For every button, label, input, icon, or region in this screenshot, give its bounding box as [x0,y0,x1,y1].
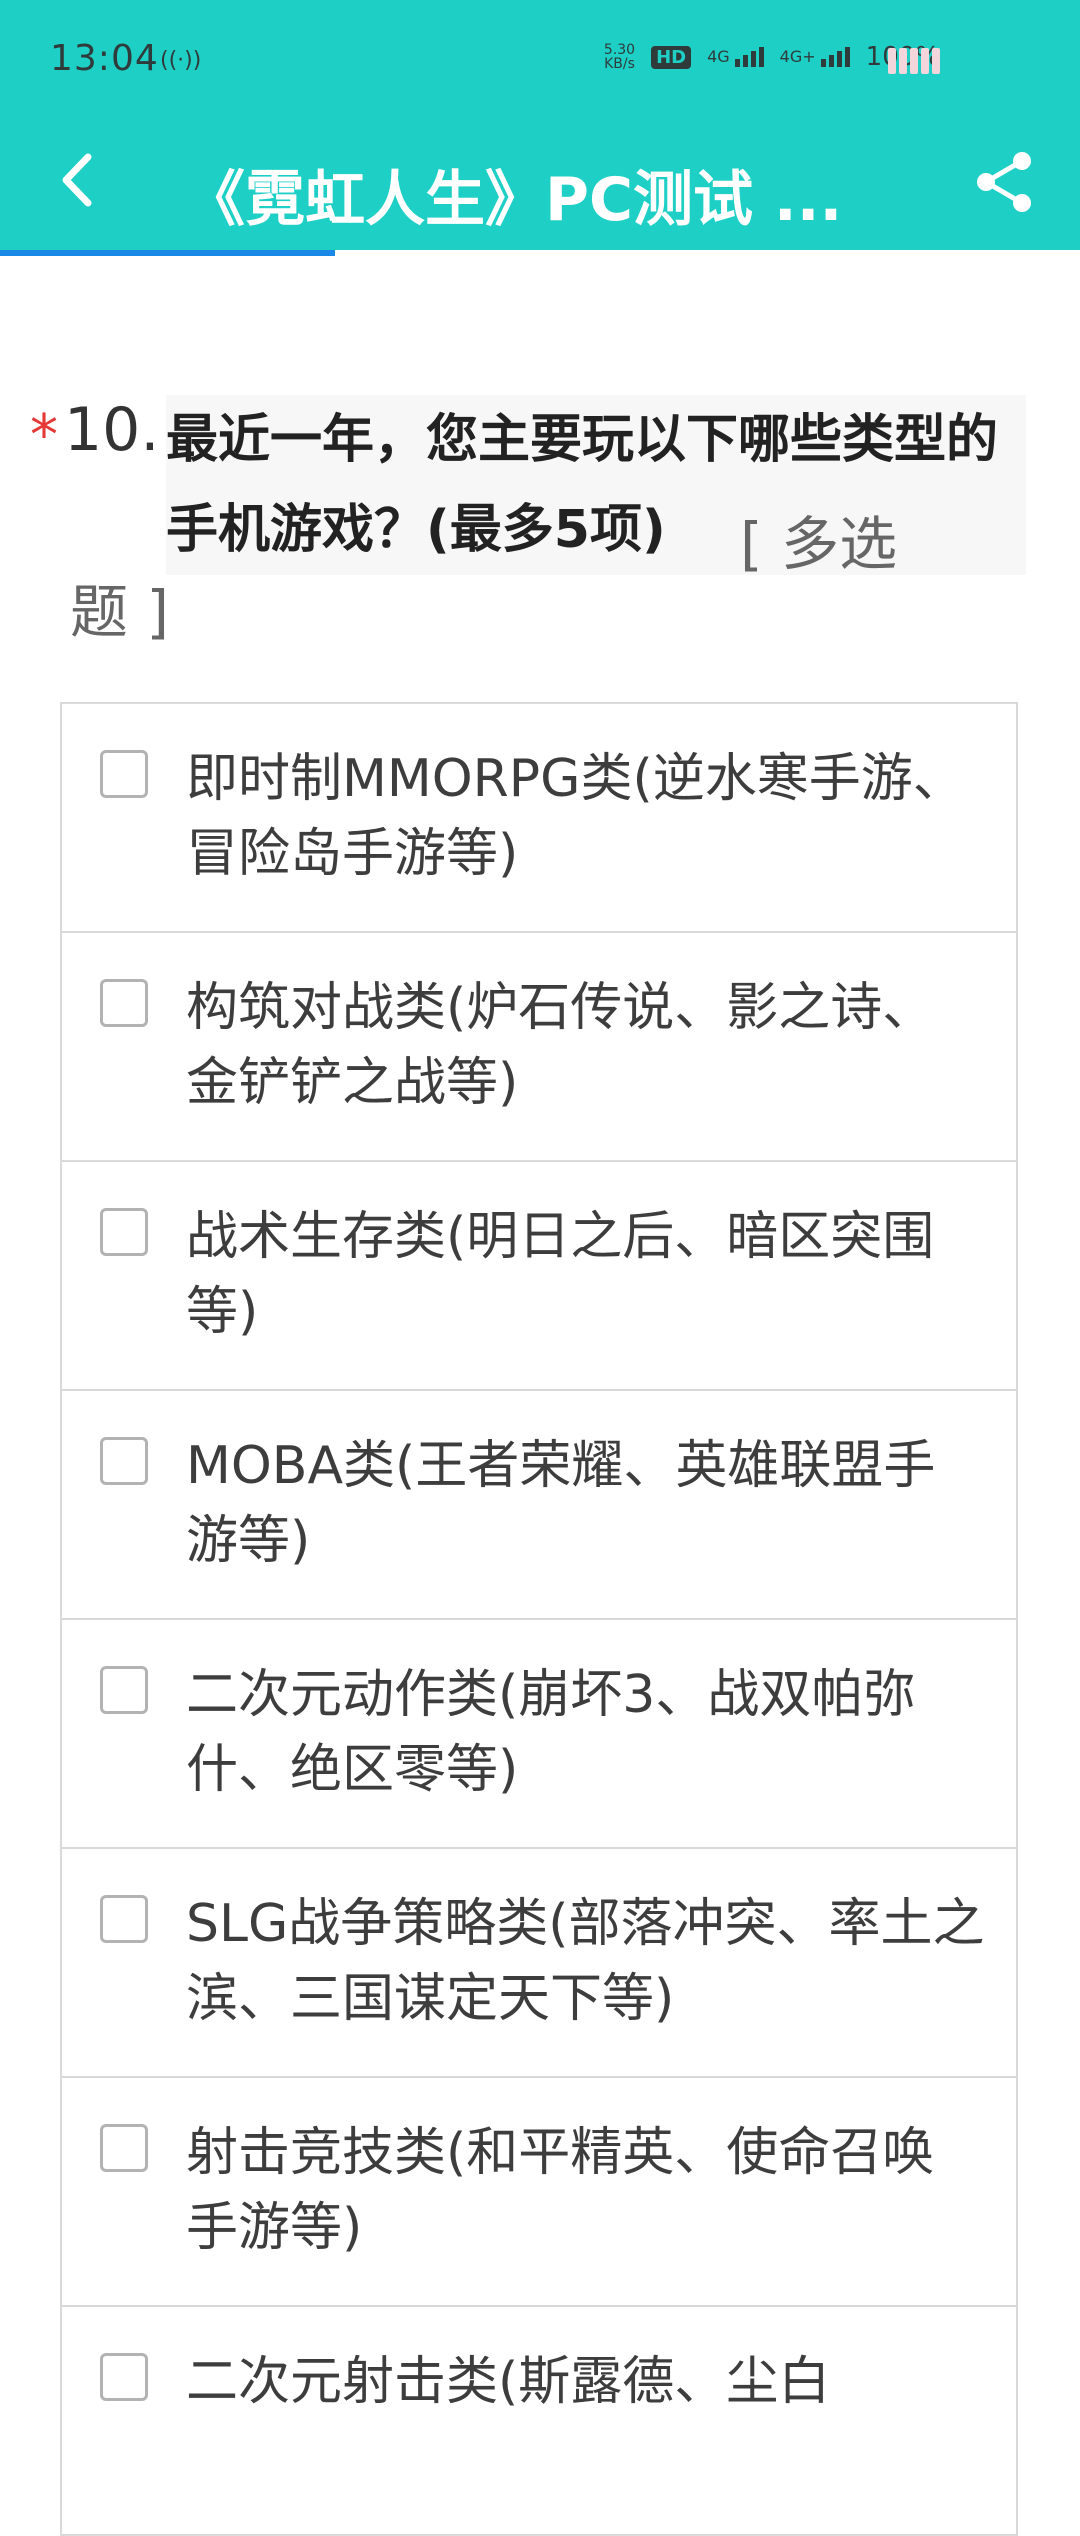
checkbox[interactable] [100,1437,148,1485]
question-type-start: [ 多选 [740,510,898,578]
signal-sim2-icon: 4G+ [780,47,850,67]
checkbox[interactable] [100,2124,148,2172]
required-mark: * [30,403,58,468]
option-label: 构筑对战类(炉石传说、影之诗、金铲铲之战等) [186,978,935,1113]
option-item[interactable]: 战术生存类(明日之后、暗区突围等) [60,1162,1018,1391]
option-label: MOBA类(王者荣耀、英雄联盟手游等) [186,1436,936,1571]
option-item[interactable]: 二次元射击类(斯露德、尘白 [60,2307,1018,2536]
checkbox[interactable] [100,750,148,798]
question-number: 10. [64,395,160,465]
checkbox[interactable] [100,979,148,1027]
option-label: 战术生存类(明日之后、暗区突围等) [186,1207,935,1342]
checkbox[interactable] [100,1208,148,1256]
option-item[interactable]: 二次元动作类(崩坏3、战双帕弥什、绝区零等) [60,1620,1018,1849]
option-label: 射击竞技类(和平精英、使命召唤手游等) [186,2123,935,2258]
app-bar: 《霓虹人生》PC测试 ... [0,125,1080,250]
options-list: 即时制MMORPG类(逆水寒手游、冒险岛手游等) 构筑对战类(炉石传说、影之诗、… [60,702,1018,2536]
net-speed: 5.30 KB/s [603,42,636,72]
hotspot-icon: ((·)) [160,48,202,73]
status-time: 13:04 [50,38,159,79]
checkbox[interactable] [100,2353,148,2401]
option-label: 即时制MMORPG类(逆水寒手游、冒险岛手游等) [186,749,965,884]
option-label: 二次元射击类(斯露德、尘白 [186,2352,831,2412]
option-label: 二次元动作类(崩坏3、战双帕弥什、绝区零等) [186,1665,916,1800]
question-type-end: 题 ] [70,578,170,646]
battery-icon [888,48,940,74]
checkbox[interactable] [100,1666,148,1714]
hd-voice-icon: HD [651,45,692,69]
signal-sim1-icon: 4G [707,47,764,67]
option-item[interactable]: 射击竞技类(和平精英、使命召唤手游等) [60,2078,1018,2307]
status-bar: 13:04 ((·)) 5.30 KB/s HD 4G 4G+ 100% [0,0,1080,125]
option-item[interactable]: SLG战争策略类(部落冲突、率土之滨、三国谋定天下等) [60,1849,1018,2078]
option-label: SLG战争策略类(部落冲突、率土之滨、三国谋定天下等) [186,1894,985,2029]
checkbox[interactable] [100,1895,148,1943]
survey-progress-fill [0,250,335,256]
option-item[interactable]: 构筑对战类(炉石传说、影之诗、金铲铲之战等) [60,933,1018,1162]
share-icon[interactable] [970,147,1040,217]
option-item[interactable]: 即时制MMORPG类(逆水寒手游、冒险岛手游等) [60,704,1018,933]
page-title: 《霓虹人生》PC测试 ... [185,165,843,235]
option-item[interactable]: MOBA类(王者荣耀、英雄联盟手游等) [60,1391,1018,1620]
back-arrow-icon[interactable] [48,145,108,215]
survey-progress-bar [0,250,1080,256]
